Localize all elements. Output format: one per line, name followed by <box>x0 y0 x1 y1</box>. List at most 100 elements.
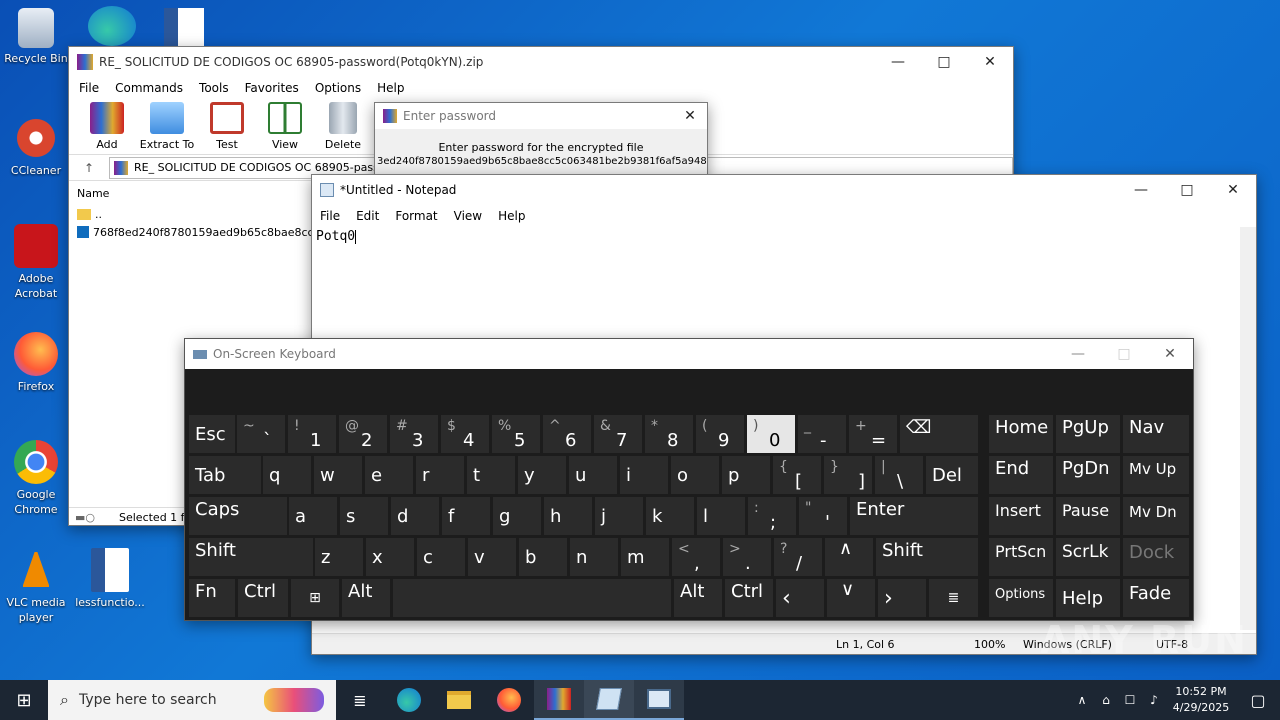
desktop-icon-lessfunctio[interactable]: lessfunctio... <box>74 548 146 610</box>
menu-file[interactable]: File <box>71 81 107 95</box>
key-equals[interactable]: + = <box>849 415 897 453</box>
key-c[interactable]: c <box>417 538 465 576</box>
notepad-titlebar[interactable]: *Untitled - Notepad — □ ✕ <box>312 175 1256 205</box>
osk-titlebar[interactable]: On-Screen Keyboard — □ ✕ <box>185 339 1193 369</box>
key-1[interactable]: ! 1 <box>288 415 336 453</box>
key-quote[interactable]: " ' <box>799 497 847 535</box>
desktop-icon-firefox[interactable]: Firefox <box>0 332 72 394</box>
menu-options[interactable]: Options <box>307 81 369 95</box>
minimize-button[interactable]: — <box>1055 339 1101 369</box>
key-mv-dn[interactable]: Mv Dn <box>1123 497 1189 535</box>
desktop-icon-google-chrome[interactable]: Google Chrome <box>0 440 72 517</box>
key-6[interactable]: ^ 6 <box>543 415 591 453</box>
key-period[interactable]: >. <box>723 538 771 576</box>
key-backslash[interactable]: | \ <box>875 456 923 494</box>
minimize-button[interactable]: — <box>875 47 921 77</box>
winrar-taskbar-icon[interactable] <box>534 680 584 720</box>
key-pgdn[interactable]: PgDn <box>1056 456 1120 494</box>
key-menu[interactable]: ≣ <box>929 579 978 617</box>
menu-format[interactable]: Format <box>387 209 445 223</box>
menu-edit[interactable]: Edit <box>348 209 387 223</box>
task-view-button[interactable]: ≣ <box>336 691 384 710</box>
key-2[interactable]: @2 <box>339 415 387 453</box>
key-comma[interactable]: <, <box>672 538 720 576</box>
key-8[interactable]: * 8 <box>645 415 693 453</box>
key-backquote[interactable]: ~ ` <box>237 415 285 453</box>
password-dialog[interactable]: Enter password ✕ Enter password for the … <box>374 102 708 182</box>
key-m[interactable]: m <box>621 538 669 576</box>
key-i[interactable]: i <box>620 456 668 494</box>
osk-window[interactable]: On-Screen Keyboard — □ ✕ Esc ~ ` ! 1 @2 #3… <box>184 338 1194 621</box>
key-tab[interactable]: Tab <box>189 456 261 494</box>
menu-tools[interactable]: Tools <box>191 81 237 95</box>
desktop-icon-ccleaner[interactable]: CCleaner <box>0 116 72 178</box>
desktop-icon-recycle-bin[interactable]: Recycle Bin <box>0 8 72 66</box>
extract-to-button[interactable]: Extract To <box>137 99 197 154</box>
key-j[interactable]: j <box>595 497 643 535</box>
delete-button[interactable]: Delete <box>315 99 371 154</box>
key-alt-right[interactable]: Alt <box>674 579 722 617</box>
menu-favorites[interactable]: Favorites <box>237 81 307 95</box>
key-open-bracket[interactable]: {[ <box>773 456 821 494</box>
view-button[interactable]: View <box>257 99 313 154</box>
network-icon[interactable]: ☐ <box>1118 693 1142 707</box>
key-help[interactable]: Help <box>1056 579 1120 617</box>
key-5[interactable]: % 5 <box>492 415 540 453</box>
key-pgup[interactable]: PgUp <box>1056 415 1120 453</box>
key-d[interactable]: d <box>391 497 439 535</box>
key-w[interactable]: w <box>314 456 362 494</box>
key-right-arrow[interactable]: › <box>878 579 926 617</box>
close-button[interactable]: ✕ <box>1147 339 1193 369</box>
search-box[interactable]: ⌕ Type here to search <box>48 680 336 720</box>
key-o[interactable]: o <box>671 456 719 494</box>
volume-icon[interactable]: ♪ <box>1142 693 1166 707</box>
key-backspace[interactable]: ⌫ <box>900 415 978 453</box>
notepad-taskbar-icon[interactable] <box>584 680 634 720</box>
key-9[interactable]: (9 <box>696 415 744 453</box>
key-fn[interactable]: Fn <box>189 579 235 617</box>
edge-taskbar-icon[interactable] <box>384 680 434 720</box>
key-u[interactable]: u <box>569 456 617 494</box>
notification-icon[interactable]: ▢ <box>1236 691 1280 710</box>
key-ctrl-left[interactable]: Ctrl <box>238 579 288 617</box>
up-arrow-icon[interactable]: ↑ <box>69 161 109 175</box>
menu-help[interactable]: Help <box>369 81 412 95</box>
close-button[interactable]: ✕ <box>967 47 1013 77</box>
key-down-arrow[interactable]: ∨ <box>827 579 875 617</box>
start-button[interactable]: ⊞ <box>0 680 48 720</box>
password-dialog-titlebar[interactable]: Enter password ✕ <box>375 103 707 129</box>
key-b[interactable]: b <box>519 538 567 576</box>
key-0[interactable]: ) 0 <box>747 415 795 453</box>
key-3[interactable]: #3 <box>390 415 438 453</box>
key-k[interactable]: k <box>646 497 694 535</box>
key-r[interactable]: r <box>416 456 464 494</box>
security-icon[interactable]: ⌂ <box>1094 693 1118 707</box>
key-caps[interactable]: Caps <box>189 497 287 535</box>
desktop-icon-adobe-acrobat[interactable]: Adobe Acrobat <box>0 224 72 301</box>
key-nav[interactable]: Nav <box>1123 415 1189 453</box>
key-up-arrow[interactable]: ∧ <box>825 538 873 576</box>
test-button[interactable]: Test <box>199 99 255 154</box>
key-s[interactable]: s <box>340 497 388 535</box>
maximize-button[interactable]: □ <box>1101 339 1147 369</box>
menu-view[interactable]: View <box>446 209 490 223</box>
desktop-icon-vlc[interactable]: VLC media player <box>0 548 72 625</box>
key-ctrl-right[interactable]: Ctrl <box>725 579 773 617</box>
key-semicolon[interactable]: :; <box>748 497 796 535</box>
key-home[interactable]: Home <box>989 415 1053 453</box>
chevron-up-icon[interactable]: ∧ <box>1070 693 1094 707</box>
key-f[interactable]: f <box>442 497 490 535</box>
key-minus[interactable]: _ - <box>798 415 846 453</box>
key-shift-right[interactable]: Shift <box>876 538 978 576</box>
key-options[interactable]: Options <box>989 579 1053 617</box>
close-button[interactable]: ✕ <box>673 103 707 129</box>
key-slash[interactable]: ? / <box>774 538 822 576</box>
key-e[interactable]: e <box>365 456 413 494</box>
close-button[interactable]: ✕ <box>1210 175 1256 205</box>
key-enter[interactable]: Enter <box>850 497 978 535</box>
maximize-button[interactable]: □ <box>921 47 967 77</box>
key-alt-left[interactable]: Alt <box>342 579 390 617</box>
add-button[interactable]: Add <box>79 99 135 154</box>
key-pause[interactable]: Pause <box>1056 497 1120 535</box>
key-prtscn[interactable]: PrtScn <box>989 538 1053 576</box>
